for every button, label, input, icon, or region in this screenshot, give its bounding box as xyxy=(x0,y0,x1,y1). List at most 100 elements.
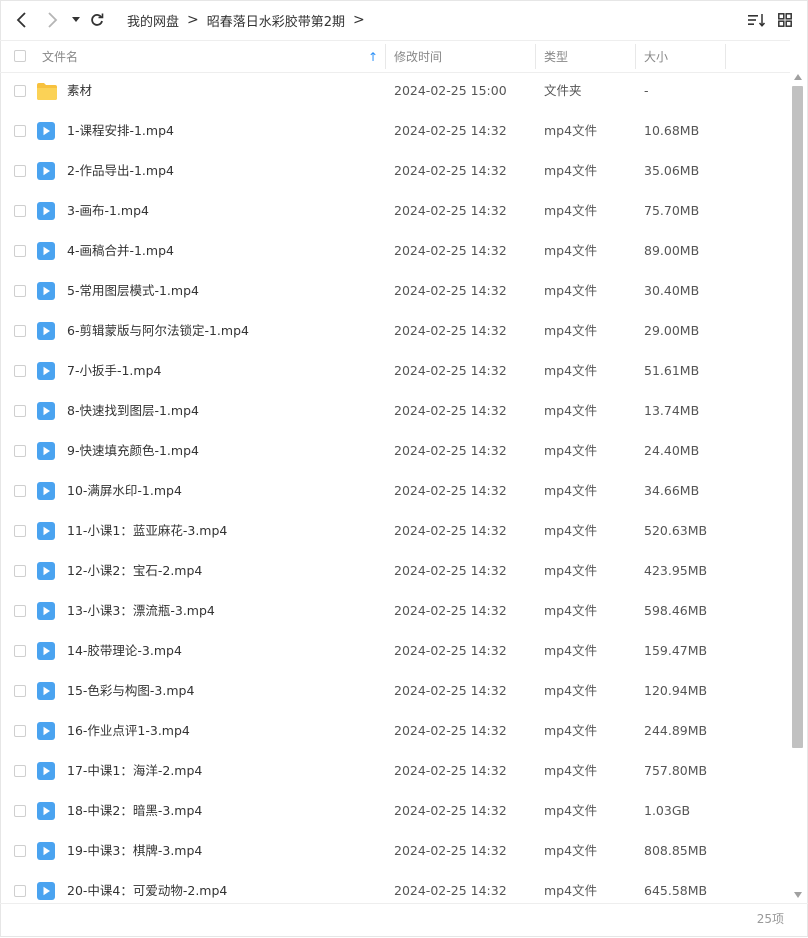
file-size: 645.58MB xyxy=(644,883,708,898)
history-dropdown-button[interactable] xyxy=(69,8,83,32)
file-row[interactable]: 4-画稿合并-1.mp4 2024-02-25 14:32 mp4文件 89.0… xyxy=(0,231,790,271)
scroll-up-arrow-icon[interactable] xyxy=(794,74,802,80)
file-row[interactable]: 9-快速填充颜色-1.mp4 2024-02-25 14:32 mp4文件 24… xyxy=(0,431,790,471)
file-name[interactable]: 19-中课3：棋牌-3.mp4 xyxy=(67,831,202,871)
breadcrumb-separator[interactable]: > xyxy=(353,12,365,28)
breadcrumb-current[interactable]: 昭春落日水彩胶带第2期 xyxy=(207,11,345,30)
vertical-scrollbar[interactable] xyxy=(791,72,806,902)
row-checkbox[interactable] xyxy=(14,285,26,297)
video-file-icon xyxy=(37,562,55,583)
column-divider[interactable] xyxy=(635,44,636,69)
row-checkbox[interactable] xyxy=(14,405,26,417)
row-checkbox[interactable] xyxy=(14,645,26,657)
file-name[interactable]: 14-胶带理论-3.mp4 xyxy=(67,631,182,671)
file-name[interactable]: 4-画稿合并-1.mp4 xyxy=(67,231,174,271)
row-checkbox[interactable] xyxy=(14,445,26,457)
file-type: mp4文件 xyxy=(544,843,598,858)
column-divider[interactable] xyxy=(385,44,386,69)
file-name[interactable]: 18-中课2：暗黑-3.mp4 xyxy=(67,791,202,831)
file-name[interactable]: 7-小扳手-1.mp4 xyxy=(67,351,161,391)
file-name[interactable]: 2-作品导出-1.mp4 xyxy=(67,151,174,191)
file-row[interactable]: 7-小扳手-1.mp4 2024-02-25 14:32 mp4文件 51.61… xyxy=(0,351,790,391)
file-size: 808.85MB xyxy=(644,843,708,858)
file-name[interactable]: 16-作业点评1-3.mp4 xyxy=(67,711,190,751)
file-size: 34.66MB xyxy=(644,483,700,498)
file-row[interactable]: 2-作品导出-1.mp4 2024-02-25 14:32 mp4文件 35.0… xyxy=(0,151,790,191)
file-size: 520.63MB xyxy=(644,523,708,538)
file-row[interactable]: 14-胶带理论-3.mp4 2024-02-25 14:32 mp4文件 159… xyxy=(0,631,790,671)
file-row[interactable]: 12-小课2：宝石-2.mp4 2024-02-25 14:32 mp4文件 4… xyxy=(0,551,790,591)
breadcrumb-separator: > xyxy=(187,12,199,28)
column-modified[interactable]: 修改时间 xyxy=(394,41,534,72)
file-name[interactable]: 10-满屏水印-1.mp4 xyxy=(67,471,182,511)
row-checkbox[interactable] xyxy=(14,525,26,537)
file-name[interactable]: 1-课程安排-1.mp4 xyxy=(67,111,174,151)
scroll-down-arrow-icon[interactable] xyxy=(794,892,802,898)
video-file-icon xyxy=(37,602,55,623)
row-checkbox[interactable] xyxy=(14,325,26,337)
file-row[interactable]: 17-中课1：海洋-2.mp4 2024-02-25 14:32 mp4文件 7… xyxy=(0,751,790,791)
column-divider[interactable] xyxy=(725,44,726,69)
row-checkbox[interactable] xyxy=(14,245,26,257)
breadcrumb-root[interactable]: 我的网盘 xyxy=(127,11,179,30)
file-name[interactable]: 20-中课4：可爱动物-2.mp4 xyxy=(67,871,227,903)
file-row[interactable]: 1-课程安排-1.mp4 2024-02-25 14:32 mp4文件 10.6… xyxy=(0,111,790,151)
forward-button[interactable] xyxy=(42,8,62,32)
file-row[interactable]: 16-作业点评1-3.mp4 2024-02-25 14:32 mp4文件 24… xyxy=(0,711,790,751)
file-type: mp4文件 xyxy=(544,563,598,578)
row-checkbox[interactable] xyxy=(14,805,26,817)
row-checkbox[interactable] xyxy=(14,565,26,577)
file-modified-time: 2024-02-25 14:32 xyxy=(394,523,507,538)
row-checkbox[interactable] xyxy=(14,205,26,217)
file-type: mp4文件 xyxy=(544,523,598,538)
file-row[interactable]: 20-中课4：可爱动物-2.mp4 2024-02-25 14:32 mp4文件… xyxy=(0,871,790,903)
file-name[interactable]: 5-常用图层模式-1.mp4 xyxy=(67,271,199,311)
row-checkbox[interactable] xyxy=(14,605,26,617)
file-row[interactable]: 5-常用图层模式-1.mp4 2024-02-25 14:32 mp4文件 30… xyxy=(0,271,790,311)
file-name[interactable]: 17-中课1：海洋-2.mp4 xyxy=(67,751,202,791)
row-checkbox[interactable] xyxy=(14,765,26,777)
view-toggle-button[interactable] xyxy=(775,8,795,32)
file-name[interactable]: 6-剪辑蒙版与阿尔法锁定-1.mp4 xyxy=(67,311,249,351)
file-size: 35.06MB xyxy=(644,163,700,178)
row-checkbox[interactable] xyxy=(14,725,26,737)
column-divider[interactable] xyxy=(535,44,536,69)
file-row[interactable]: 3-画布-1.mp4 2024-02-25 14:32 mp4文件 75.70M… xyxy=(0,191,790,231)
column-name[interactable]: 文件名 ↑ xyxy=(42,41,382,72)
back-button[interactable] xyxy=(12,8,32,32)
refresh-button[interactable] xyxy=(88,8,106,32)
file-row[interactable]: 11-小课1：蓝亚麻花-3.mp4 2024-02-25 14:32 mp4文件… xyxy=(0,511,790,551)
file-row[interactable]: 13-小课3：漂流瓶-3.mp4 2024-02-25 14:32 mp4文件 … xyxy=(0,591,790,631)
sort-ascending-icon: ↑ xyxy=(367,49,378,64)
file-row[interactable]: 15-色彩与构图-3.mp4 2024-02-25 14:32 mp4文件 12… xyxy=(0,671,790,711)
file-row[interactable]: 10-满屏水印-1.mp4 2024-02-25 14:32 mp4文件 34.… xyxy=(0,471,790,511)
video-file-icon xyxy=(37,842,55,863)
row-checkbox[interactable] xyxy=(14,125,26,137)
file-row[interactable]: 6-剪辑蒙版与阿尔法锁定-1.mp4 2024-02-25 14:32 mp4文… xyxy=(0,311,790,351)
column-size[interactable]: 大小 xyxy=(644,41,724,72)
select-all-checkbox[interactable] xyxy=(14,50,26,62)
sort-button[interactable] xyxy=(746,8,768,32)
row-checkbox[interactable] xyxy=(14,165,26,177)
row-checkbox[interactable] xyxy=(14,685,26,697)
row-checkbox[interactable] xyxy=(14,485,26,497)
file-row[interactable]: 素材 2024-02-25 15:00 文件夹 - xyxy=(0,71,790,111)
file-name[interactable]: 3-画布-1.mp4 xyxy=(67,191,149,231)
file-name[interactable]: 11-小课1：蓝亚麻花-3.mp4 xyxy=(67,511,227,551)
file-row[interactable]: 8-快速找到图层-1.mp4 2024-02-25 14:32 mp4文件 13… xyxy=(0,391,790,431)
scrollbar-thumb[interactable] xyxy=(792,86,803,748)
file-name[interactable]: 素材 xyxy=(67,71,92,111)
file-name[interactable]: 12-小课2：宝石-2.mp4 xyxy=(67,551,202,591)
row-checkbox[interactable] xyxy=(14,885,26,897)
file-name[interactable]: 9-快速填充颜色-1.mp4 xyxy=(67,431,199,471)
row-checkbox[interactable] xyxy=(14,85,26,97)
chevron-left-icon xyxy=(16,12,26,28)
row-checkbox[interactable] xyxy=(14,365,26,377)
column-type[interactable]: 类型 xyxy=(544,41,634,72)
file-row[interactable]: 19-中课3：棋牌-3.mp4 2024-02-25 14:32 mp4文件 8… xyxy=(0,831,790,871)
row-checkbox[interactable] xyxy=(14,845,26,857)
file-name[interactable]: 13-小课3：漂流瓶-3.mp4 xyxy=(67,591,215,631)
file-name[interactable]: 15-色彩与构图-3.mp4 xyxy=(67,671,194,711)
file-name[interactable]: 8-快速找到图层-1.mp4 xyxy=(67,391,199,431)
file-row[interactable]: 18-中课2：暗黑-3.mp4 2024-02-25 14:32 mp4文件 1… xyxy=(0,791,790,831)
